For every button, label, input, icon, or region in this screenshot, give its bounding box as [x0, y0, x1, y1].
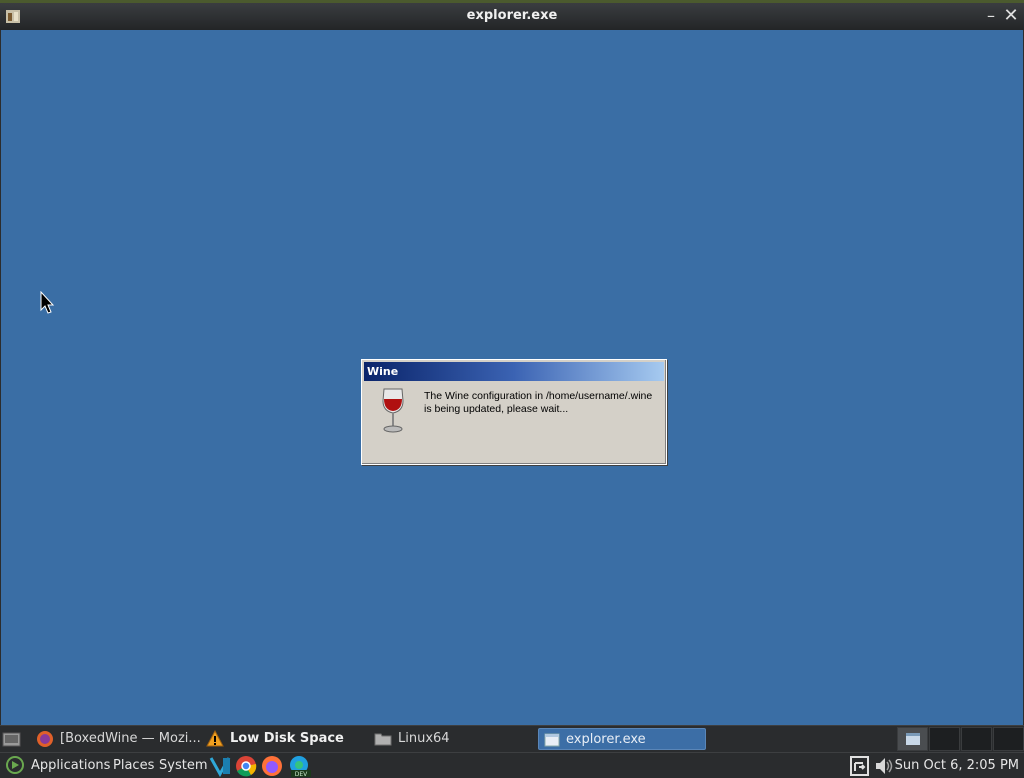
- task-label: [BoxedWine — Mozi...: [60, 731, 201, 746]
- window-icon: [906, 733, 920, 745]
- menu-panel: Applications Places System DEV Sun Oct 6…: [0, 752, 1024, 778]
- wine-update-dialog: Wine The Wine configuration in /home/use…: [361, 359, 667, 465]
- workspace-1[interactable]: [897, 727, 928, 751]
- edge-dev-icon[interactable]: DEV: [287, 755, 311, 777]
- svg-text:DEV: DEV: [295, 771, 308, 777]
- menu-places[interactable]: Places: [113, 757, 154, 775]
- minimize-icon[interactable]: –: [982, 7, 1000, 25]
- panel-clock[interactable]: Sun Oct 6, 2:05 PM: [895, 757, 1019, 775]
- wine-glass-icon: [382, 388, 404, 433]
- distro-logo-icon: [6, 756, 24, 774]
- menu-system[interactable]: System: [159, 757, 207, 775]
- wine-desktop[interactable]: Wine The Wine configuration in /home/use…: [0, 30, 1024, 725]
- vscode-icon[interactable]: [208, 755, 232, 777]
- menu-applications[interactable]: Applications: [31, 757, 110, 775]
- workspace-4[interactable]: [993, 727, 1024, 751]
- chrome-icon[interactable]: [234, 755, 258, 777]
- task-label: Low Disk Space: [230, 731, 344, 746]
- warning-icon: [206, 729, 224, 746]
- dialog-title: Wine: [364, 362, 664, 381]
- task-boxedwine-firefox[interactable]: [BoxedWine — Mozi...: [36, 728, 201, 750]
- task-label: explorer.exe: [566, 732, 646, 747]
- workspace-3[interactable]: [961, 727, 992, 751]
- task-explorer-exe[interactable]: explorer.exe: [538, 728, 706, 750]
- workspace-2[interactable]: [929, 727, 960, 751]
- dialog-message: The Wine configuration in /home/username…: [424, 390, 653, 415]
- window-icon: [544, 733, 560, 746]
- task-label: Linux64: [398, 731, 450, 746]
- window-list-panel: [BoxedWine — Mozi... Low Disk Space Linu…: [0, 725, 1024, 752]
- folder-icon: [374, 733, 392, 745]
- firefox-icon[interactable]: [260, 755, 284, 777]
- task-linux64[interactable]: Linux64: [374, 728, 534, 750]
- firefox-icon: [37, 730, 53, 747]
- window-title: explorer.exe: [466, 8, 558, 23]
- show-desktop-icon[interactable]: [2, 730, 22, 748]
- volume-icon[interactable]: [873, 755, 895, 777]
- task-low-disk-space[interactable]: Low Disk Space: [206, 728, 371, 750]
- close-icon[interactable]: ✕: [1002, 7, 1020, 25]
- window-titlebar[interactable]: explorer.exe – ✕: [0, 0, 1024, 30]
- mouse-cursor-icon: [40, 291, 55, 314]
- network-icon[interactable]: [847, 755, 871, 777]
